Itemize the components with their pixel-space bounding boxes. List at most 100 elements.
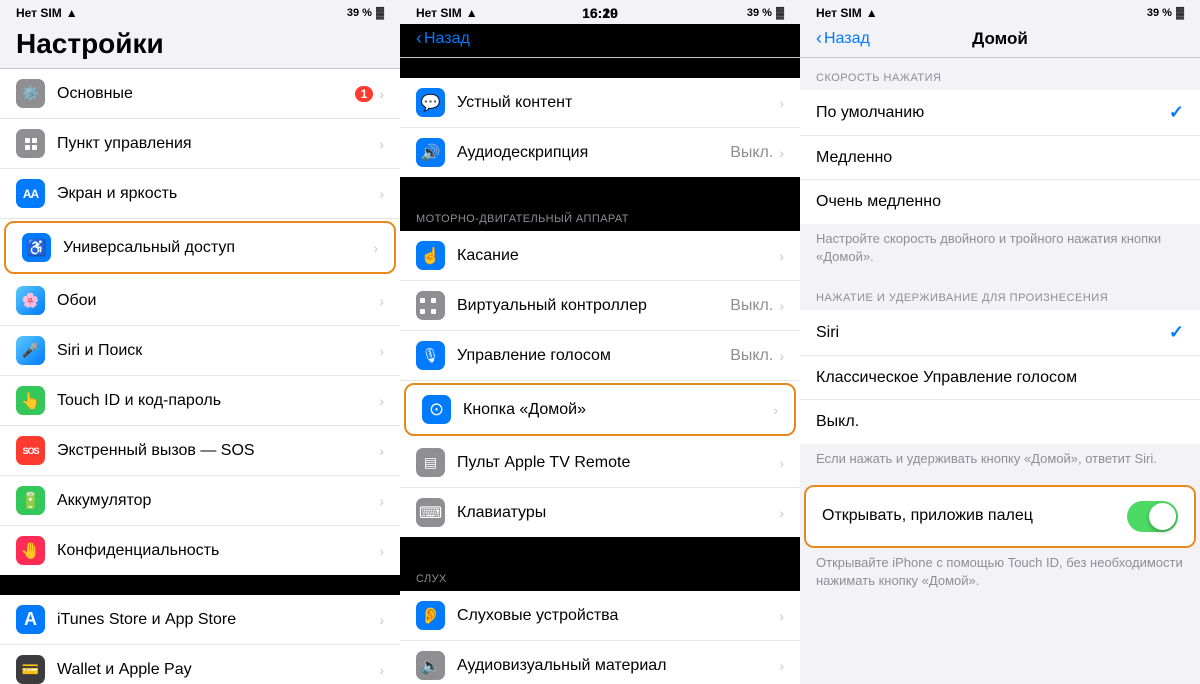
settings-item-battery[interactable]: 🔋 Аккумулятор › [0,476,400,526]
label-sos: Экстренный вызов — SOS [57,442,379,460]
icon-ustny: 💬 [416,88,445,117]
open-desc: Открывайте iPhone с помощью Touch ID, бе… [800,548,1200,602]
back-button-3[interactable]: ‹ Назад [816,28,870,49]
settings-item-access[interactable]: ♿ Универсальный доступ › [4,221,396,274]
settings-item-screen[interactable]: AA Экран и яркость › [0,169,400,219]
section-speed-header: СКОРОСТЬ НАЖАТИЯ [800,58,1200,90]
icon-wallet: 💳 [16,655,45,684]
speed-very-slow-label: Очень медленно [816,193,1184,211]
label-audio: Аудиодескрипция [457,144,730,162]
settings-group-main: ⚙️ Основные 1 › Пункт управления › [0,69,400,575]
value-voice: Выкл. [730,347,773,365]
chevron-touchid: › [379,393,384,409]
settings-item-audvis[interactable]: 🔈 Аудиовизуальный материал › [400,641,800,684]
nav-bar-3: ‹ Назад Домой [800,24,1200,58]
icon-virt [416,291,445,320]
hold-off[interactable]: Выкл. [800,400,1200,444]
open-toggle[interactable] [1127,501,1178,532]
label-osnov: Основные [57,85,355,103]
speed-desc: Настройте скорость двойного и тройного н… [800,224,1200,278]
icon-osnov: ⚙️ [16,79,45,108]
speed-group: По умолчанию ✓ Медленно Очень медленно [800,90,1200,224]
speed-default[interactable]: По умолчанию ✓ [800,90,1200,136]
back-button-2[interactable]: ‹ Назад [416,28,470,49]
section-header-motor: МОТОРНО-ДВИГАТЕЛЬНЫЙ АППАРАТ [400,197,800,231]
chevron-wallet: › [379,662,384,678]
back-arrow-2: ‹ [416,28,422,49]
label-wallet: Wallet и Apple Pay [57,661,379,679]
settings-item-ustny[interactable]: 💬 Устный контент › [400,78,800,128]
label-siri: Siri и Поиск [57,342,379,360]
icon-access: ♿ [22,233,51,262]
chevron-osnov: › [379,86,384,102]
chevron-oboi: › [379,293,384,309]
settings-item-siri[interactable]: 🎤 Siri и Поиск › [0,326,400,376]
settings-item-virt[interactable]: Виртуальный контроллер Выкл. › [400,281,800,331]
hold-group: Siri ✓ Классическое Управление голосом В… [800,310,1200,444]
speed-default-check: ✓ [1169,102,1184,123]
status-left-2: Нет SIM ▲ [416,6,478,20]
settings-item-oboi[interactable]: 🌸 Обои › [0,276,400,326]
battery-3: 39 % [1147,7,1172,19]
settings-group-bottom: A iTunes Store и App Store › 💳 Wallet и … [0,595,400,684]
label-touchid: Touch ID и код-пароль [57,392,379,410]
hold-siri[interactable]: Siri ✓ [800,310,1200,356]
chevron-itunes: › [379,612,384,628]
section-hold-header: НАЖАТИЕ И УДЕРЖИВАНИЕ ДЛЯ ПРОИЗНЕСЕНИЯ [800,278,1200,310]
carrier-3: Нет SIM [816,6,862,20]
wifi-icon-2: ▲ [466,6,478,20]
settings-item-privacy[interactable]: 🤚 Конфиденциальность › [0,526,400,575]
settings-item-touch[interactable]: ☝️ Касание › [400,231,800,281]
icon-voice: 🎙 [416,341,445,370]
settings-item-hearing[interactable]: 👂 Слуховые устройства › [400,591,800,641]
icon-home: ⊙ [422,395,451,424]
value-audio: Выкл. [730,144,773,162]
settings-item-itunes[interactable]: A iTunes Store и App Store › [0,595,400,645]
hold-classic-label: Классическое Управление голосом [816,369,1184,387]
label-itunes: iTunes Store и App Store [57,611,379,629]
icon-appletv: ▤ [416,448,445,477]
settings-item-wallet[interactable]: 💳 Wallet и Apple Pay › [0,645,400,684]
back-label-2[interactable]: Назад [424,30,470,48]
chevron-privacy: › [379,543,384,559]
back-label-3[interactable]: Назад [824,30,870,48]
page-title-1: Настройки [16,28,384,60]
settings-item-audio[interactable]: 🔊 Аудиодескрипция Выкл. › [400,128,800,177]
settings-scroll-2[interactable]: 💬 Устный контент › 🔊 Аудиодескрипция Вык… [400,58,800,684]
settings-item-punkt[interactable]: Пункт управления › [0,119,400,169]
hold-classic[interactable]: Классическое Управление голосом [800,356,1200,400]
settings-item-home[interactable]: ⊙ Кнопка «Домой» › [404,383,796,436]
status-right-2: 39 % ▓ [747,7,784,19]
settings-item-keyboard[interactable]: ⌨ Клавиатуры › [400,488,800,537]
hold-siri-label: Siri [816,324,1169,342]
speed-slow[interactable]: Медленно [800,136,1200,180]
icon-screen: AA [16,179,45,208]
settings-scroll-3[interactable]: СКОРОСТЬ НАЖАТИЯ По умолчанию ✓ Медленно… [800,58,1200,684]
label-privacy: Конфиденциальность [57,542,379,560]
open-toggle-item[interactable]: Открывать, приложив палец [806,487,1194,546]
battery-icon-3: ▓ [1176,7,1184,19]
open-label: Открывать, приложив палец [822,507,1127,525]
settings-item-sos[interactable]: SOS Экстренный вызов — SOS › [0,426,400,476]
label-oboi: Обои [57,292,379,310]
battery-icon-2: ▓ [776,7,784,19]
back-arrow-3: ‹ [816,28,822,49]
toggle-knob [1149,503,1176,530]
speed-very-slow[interactable]: Очень медленно [800,180,1200,224]
icon-punkt [16,129,45,158]
label-access: Универсальный доступ [63,239,373,257]
chevron-ustny: › [779,95,784,111]
hold-off-label: Выкл. [816,413,1184,431]
badge-osnov: 1 [355,86,374,102]
settings-scroll-1[interactable]: ⚙️ Основные 1 › Пункт управления › [0,69,400,684]
chevron-keyboard: › [779,505,784,521]
settings-item-voice[interactable]: 🎙 Управление голосом Выкл. › [400,331,800,381]
chevron-access: › [373,240,378,256]
wifi-icon-1: ▲ [66,6,78,20]
settings-item-touchid[interactable]: 👆 Touch ID и код-пароль › [0,376,400,426]
status-right-3: 39 % ▓ [1147,7,1184,19]
settings-item-appletv[interactable]: ▤ Пульт Apple TV Remote › [400,438,800,488]
label-battery: Аккумулятор [57,492,379,510]
chevron-sos: › [379,443,384,459]
settings-item-osnov[interactable]: ⚙️ Основные 1 › [0,69,400,119]
